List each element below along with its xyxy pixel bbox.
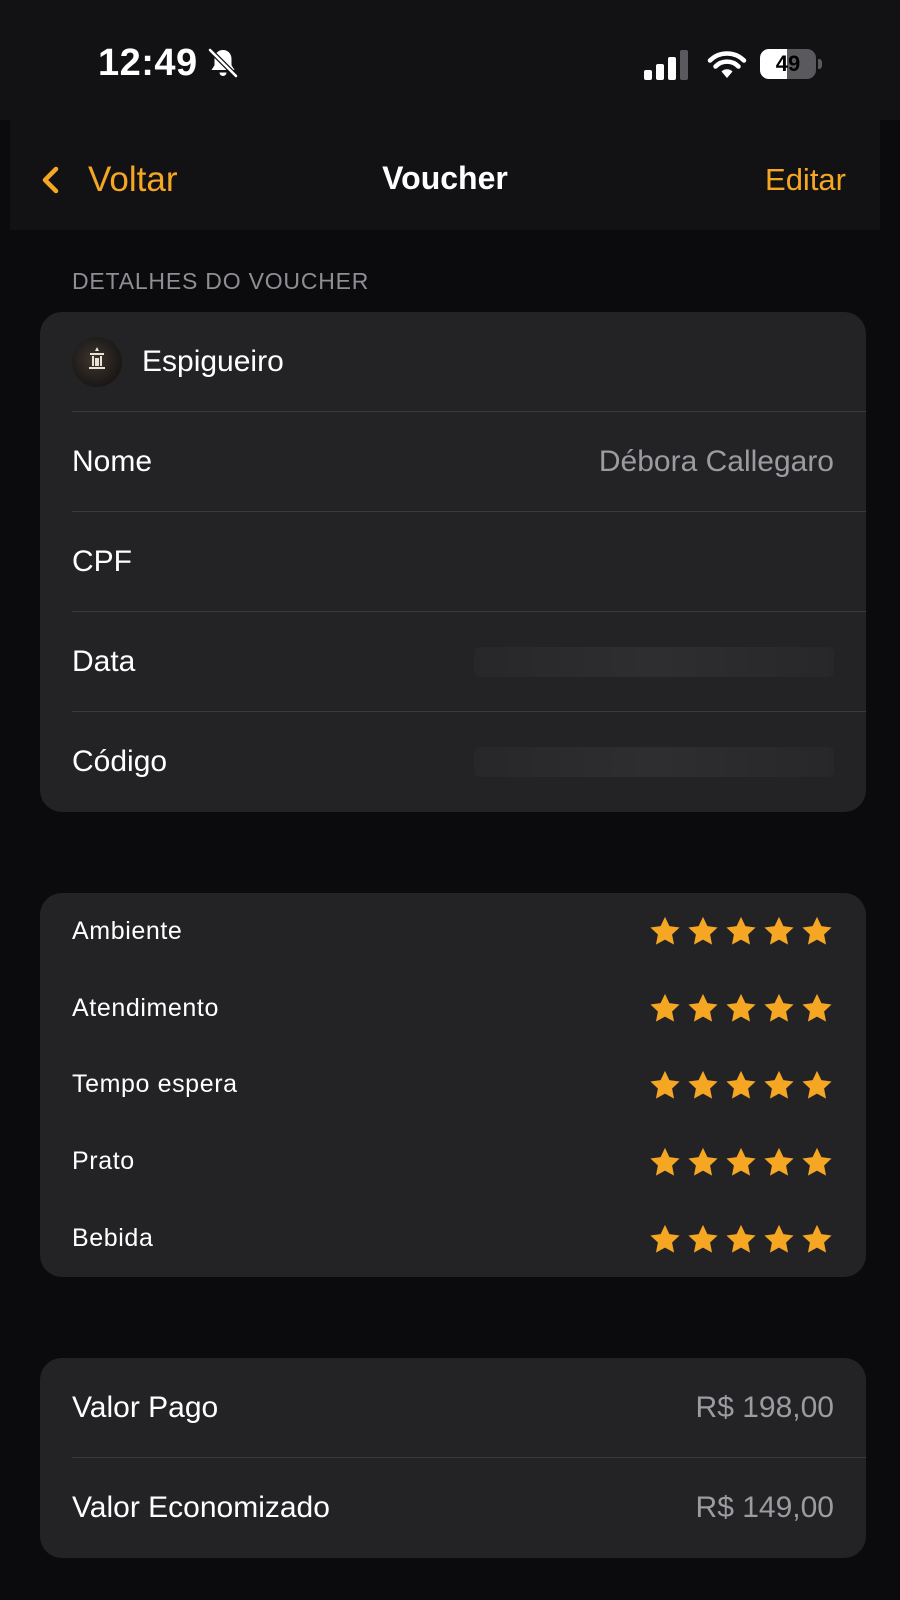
star-icon[interactable] [648,914,682,948]
star-icon[interactable] [686,1068,720,1102]
restaurant-name: Espigueiro [142,345,284,378]
value-row-saved: Valor Economizado R$ 149,00 [40,1458,866,1558]
page-title: Voucher [382,160,508,196]
values-card: Valor Pago R$ 198,00 Valor Economizado R… [40,1358,866,1558]
restaurant-logo [72,337,122,387]
star-icon[interactable] [686,914,720,948]
star-icon[interactable] [686,1222,720,1256]
star-rating[interactable] [648,1145,834,1179]
star-icon[interactable] [648,991,682,1025]
detail-row-cpf: CPF [40,512,866,612]
star-icon[interactable] [724,1068,758,1102]
rating-label: Atendimento [72,993,219,1022]
restaurant-row[interactable]: Espigueiro [40,312,866,412]
detail-row-nome: Nome Débora Callegaro [40,412,866,512]
star-icon[interactable] [648,1145,682,1179]
star-icon[interactable] [762,914,796,948]
rating-label: Tempo espera [72,1070,238,1099]
paid-value: R$ 198,00 [695,1391,834,1424]
star-icon[interactable] [762,1145,796,1179]
detail-label: Código [72,745,168,778]
star-icon[interactable] [800,914,834,948]
value-row-paid: Valor Pago R$ 198,00 [40,1358,866,1458]
edit-button[interactable]: Editar [765,162,846,198]
restaurant-logo-mark-icon [89,347,105,369]
star-icon[interactable] [762,991,796,1025]
star-icon[interactable] [800,1222,834,1256]
status-bar: 12:49 49 [0,0,900,120]
detail-value: Débora Callegaro [598,445,834,478]
star-rating[interactable] [648,1068,834,1102]
star-icon[interactable] [648,1068,682,1102]
star-icon[interactable] [800,991,834,1025]
detail-label: CPF [72,545,132,578]
section-header-voucher-details: DETALHES DO VOUCHER [72,268,370,294]
battery-icon: 49 [760,49,822,79]
rating-label: Prato [72,1147,135,1176]
rating-row-bebida: Bebida [40,1200,866,1277]
star-icon[interactable] [724,1145,758,1179]
star-icon[interactable] [686,991,720,1025]
star-icon[interactable] [800,1145,834,1179]
detail-row-data: Data [40,612,866,712]
detail-row-codigo: Código [40,712,866,812]
status-time: 12:49 [98,42,198,84]
star-icon[interactable] [648,1222,682,1256]
redacted-value [474,647,834,677]
star-rating[interactable] [648,1222,834,1256]
star-icon[interactable] [762,1068,796,1102]
battery-percentage: 49 [775,51,801,76]
rating-row-ambiente: Ambiente [40,893,866,970]
paid-label: Valor Pago [72,1391,219,1424]
saved-value: R$ 149,00 [695,1491,834,1524]
detail-label: Nome [72,445,153,478]
wifi-icon [707,51,747,78]
star-icon[interactable] [724,991,758,1025]
rating-row-tempo-espera: Tempo espera [40,1047,866,1124]
star-icon[interactable] [724,914,758,948]
star-rating[interactable] [648,914,834,948]
star-icon[interactable] [800,1068,834,1102]
ratings-card: Ambiente Atendimento Tempo espera Prato … [40,893,866,1277]
star-icon[interactable] [724,1222,758,1256]
rating-label: Ambiente [72,916,183,945]
star-rating[interactable] [648,991,834,1025]
bell-slash-icon [208,48,238,78]
rating-label: Bebida [72,1224,154,1253]
rating-row-atendimento: Atendimento [40,970,866,1047]
star-icon[interactable] [762,1222,796,1256]
cellular-signal-icon [644,50,688,80]
navigation-bar: Voltar Voucher Editar [10,120,880,230]
rating-row-prato: Prato [40,1123,866,1200]
voucher-details-card: Espigueiro Nome Débora Callegaro CPF Dat… [40,312,866,812]
redacted-value [474,747,834,777]
detail-label: Data [72,645,136,678]
saved-label: Valor Economizado [72,1491,330,1524]
star-icon[interactable] [686,1145,720,1179]
